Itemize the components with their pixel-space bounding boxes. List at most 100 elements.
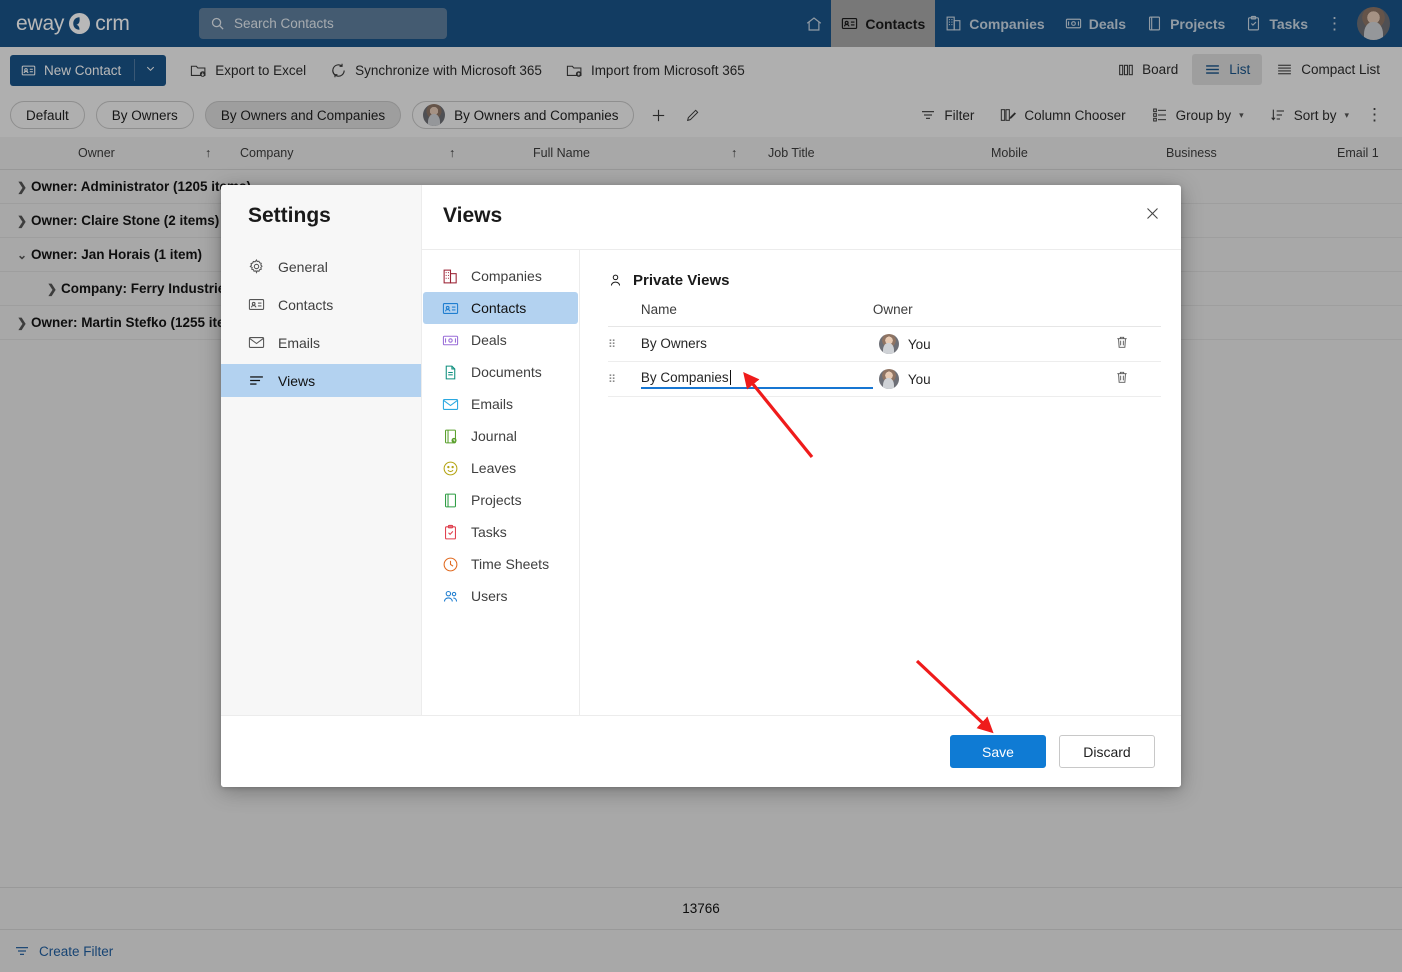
create-filter-bar[interactable]: Create Filter [0,929,1402,972]
nav-tab-deals[interactable]: Deals [1055,0,1136,47]
discard-button[interactable]: Discard [1059,735,1155,768]
category-label: Time Sheets [471,556,550,572]
chevron-down-icon[interactable]: ⌄ [13,248,31,262]
nav-tab-contacts[interactable]: Contacts [831,0,936,47]
trash-icon[interactable] [1114,336,1130,354]
close-icon[interactable] [1137,198,1167,228]
chevron-right-icon[interactable]: ❯ [43,282,61,296]
column-header-owner[interactable]: Owner [78,146,115,160]
search-contacts-box[interactable]: Search Contacts [199,8,447,39]
view-mode-list[interactable]: List [1192,54,1263,85]
pane-title: Views [443,204,503,227]
views-filter-bar: Default By Owners By Owners and Companie… [0,93,1402,137]
chip-label: Default [26,107,69,123]
save-button[interactable]: Save [950,735,1046,768]
create-filter-label: Create Filter [39,943,114,959]
chevron-right-icon[interactable]: ❯ [13,214,31,228]
user-avatar[interactable] [1357,7,1390,40]
new-contact-button[interactable]: New Contact [10,54,167,86]
sidebar-item-contacts[interactable]: Contacts [221,288,421,321]
home-icon[interactable] [797,0,831,47]
add-view-button[interactable] [647,104,669,126]
view-name-input[interactable]: By Companies [641,370,729,385]
delete-view-cell[interactable] [1114,326,1161,362]
search-input[interactable]: Search Contacts [234,16,334,31]
sidebar-item-general[interactable]: General [221,250,421,283]
sidebar-item-views[interactable]: Views [221,364,421,397]
filter-button[interactable]: Filter [907,107,987,123]
filter-icon [922,111,935,119]
sidebar-item-label: General [278,258,328,275]
column-header-business[interactable]: Business [1166,146,1217,160]
view-name-cell[interactable]: By Owners [640,326,873,362]
import-from-microsoft365-button[interactable]: Import from Microsoft 365 [566,62,745,79]
group-row-label: Owner: Administrator (1205 items) [31,179,252,194]
logo-text-crm: crm [95,11,130,35]
new-contact-label: New Contact [44,62,122,78]
view-chip-default[interactable]: Default [10,101,85,129]
grid-overflow-menu[interactable]: ⋮ [1362,105,1394,125]
nav-tab-tasks[interactable]: Tasks [1235,0,1318,47]
money-icon [442,335,459,345]
chip-label: By Owners and Companies [454,107,619,123]
sidebar-item-emails[interactable]: Emails [221,326,421,359]
table-row[interactable]: ⠿ By Owners You [608,326,1161,362]
column-header-owner: Owner [872,302,1115,327]
logo-text-eway: eway [16,11,65,35]
compact-list-icon [1278,64,1292,75]
delete-view-cell[interactable] [1114,361,1161,397]
clock-icon [443,557,458,571]
drag-handle-icon[interactable]: ⠿ [608,374,617,386]
group-by-button[interactable]: Group by ▾ [1139,107,1257,123]
sidebar-item-label: Emails [278,334,321,351]
category-documents[interactable]: Documents [423,356,578,388]
category-users[interactable]: Users [423,580,578,612]
column-chooser-icon [1001,109,1017,121]
view-chip-by-owners-and-companies[interactable]: By Owners and Companies [204,101,402,129]
table-row[interactable]: ⠿ By Companies You [608,361,1161,397]
nav-tab-projects[interactable]: Projects [1136,0,1235,47]
export-to-excel-button[interactable]: Export to Excel [190,62,306,79]
category-label: Emails [471,396,514,412]
view-name-label[interactable]: By Owners [641,336,707,351]
view-mode-board[interactable]: Board [1106,55,1190,85]
category-projects[interactable]: Projects [423,484,578,516]
category-time-sheets[interactable]: Time Sheets [423,548,578,580]
column-header-mobile[interactable]: Mobile [991,146,1028,160]
drag-handle-cell[interactable]: ⠿ [608,326,641,362]
chevron-down-icon[interactable] [135,63,166,77]
category-deals[interactable]: Deals [423,324,578,356]
panel-title-label: Private Views [633,272,730,289]
drag-handle-cell[interactable]: ⠿ [608,361,641,397]
category-companies[interactable]: Companies [423,260,578,292]
kebab-menu-icon[interactable]: ⋮ [1318,0,1351,47]
chevron-right-icon[interactable]: ❯ [13,180,31,194]
column-header-company[interactable]: Company [240,146,294,160]
chevron-right-icon[interactable]: ❯ [13,316,31,330]
plus-icon [652,109,665,121]
view-name-input-wrapper[interactable]: By Companies [640,369,873,389]
column-chooser-button[interactable]: Column Chooser [987,107,1138,123]
edit-view-button[interactable] [682,104,704,126]
view-chip-by-owners-and-companies-shared[interactable]: By Owners and Companies [412,101,635,129]
category-contacts[interactable]: Contacts [423,292,578,324]
trash-icon[interactable] [1114,371,1130,389]
column-header-email1[interactable]: Email 1 [1337,146,1379,160]
synchronize-microsoft365-button[interactable]: Synchronize with Microsoft 365 [330,62,542,79]
drag-handle-icon[interactable]: ⠿ [608,339,617,351]
category-tasks[interactable]: Tasks [423,516,578,548]
view-mode-compact-list[interactable]: Compact List [1264,54,1392,85]
column-header-job-title[interactable]: Job Title [768,146,815,160]
contact-card-icon [442,302,459,314]
nav-tab-companies[interactable]: Companies [935,0,1054,47]
column-header-full-name[interactable]: Full Name [533,146,590,160]
category-emails[interactable]: Emails [423,388,578,420]
table-header-row: Name Owner [608,302,1161,327]
book-icon [445,493,456,507]
category-journal[interactable]: Journal [423,420,578,452]
view-chip-by-owners[interactable]: By Owners [95,101,194,129]
sort-by-button[interactable]: Sort by ▾ [1257,107,1362,123]
category-leaves[interactable]: Leaves [423,452,578,484]
board-icon [1119,64,1133,75]
view-name-cell-editing[interactable]: By Companies [640,361,873,397]
